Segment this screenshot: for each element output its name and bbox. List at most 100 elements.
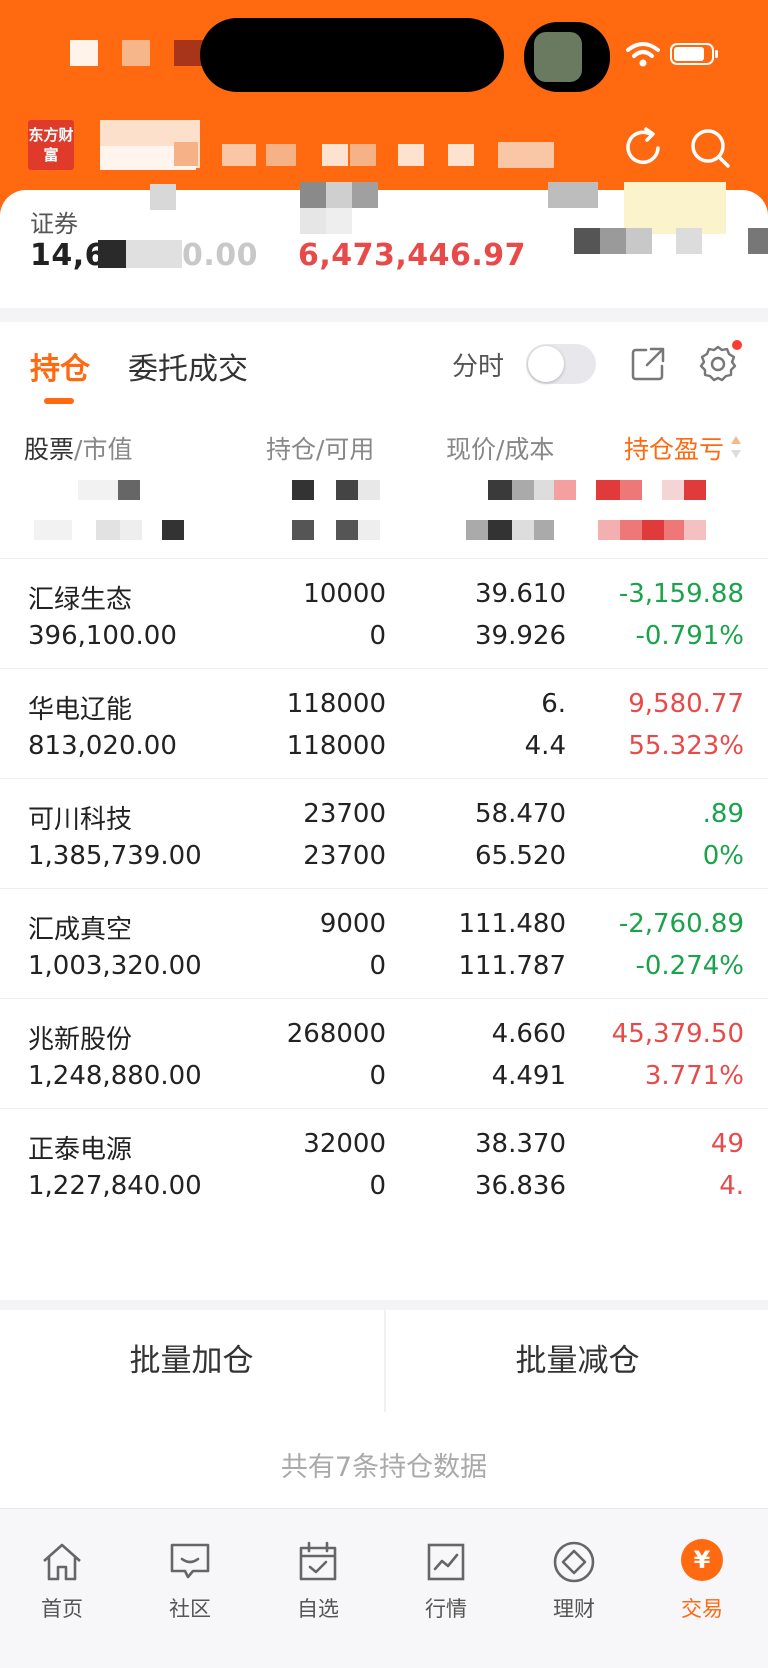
obscured-cell [488, 520, 512, 540]
table-row[interactable]: 汇成真空 1,003,320.00 9000 0 111.480 111.787 -2,76… [0, 888, 768, 998]
refresh-icon[interactable] [620, 126, 666, 170]
search-icon[interactable] [686, 124, 734, 172]
account-title-blur [350, 144, 376, 166]
trade-icon: ¥ [681, 1539, 723, 1581]
status-time-blur [122, 40, 150, 66]
current-price: 39.610 [475, 579, 566, 609]
obscured-cell [684, 520, 706, 540]
obscured-cell [534, 480, 554, 500]
total-assets: 14,6 [30, 238, 107, 273]
status-bar [0, 0, 768, 110]
position-pnl: 9,580.77 [628, 689, 744, 719]
time-share-label: 分时 [452, 352, 505, 382]
table-row[interactable]: 正泰电源 1,227,840.00 32000 0 38.370 36.836 49 4. [0, 1108, 768, 1218]
market-value: 396,100.00 [28, 621, 177, 651]
gear-icon[interactable] [698, 344, 738, 384]
account-label-blur [624, 182, 726, 234]
share-icon[interactable] [630, 346, 666, 382]
available-qty: 0 [369, 951, 386, 981]
market-value: 1,227,840.00 [28, 1171, 202, 1201]
obscured-cell [620, 480, 642, 500]
obscured-cell [78, 480, 118, 500]
market-value: 1,385,739.00 [28, 841, 202, 871]
account-title-blur [266, 144, 296, 166]
available-qty: 23700 [303, 841, 386, 871]
position-qty: 23700 [303, 799, 386, 829]
account-label-blur [548, 182, 598, 208]
tab-indicator [44, 398, 74, 404]
sort-icon[interactable] [730, 434, 742, 460]
market-value: 1,248,880.00 [28, 1061, 202, 1091]
market-icon [427, 1543, 465, 1581]
obscured-cell [96, 520, 120, 540]
total-assets-blur [98, 240, 126, 268]
position-qty: 118000 [286, 689, 386, 719]
obscured-cell [336, 520, 358, 540]
obscured-cell [596, 480, 620, 500]
account-label-blur [326, 208, 352, 234]
nav-item-market[interactable]: 行情 [406, 1539, 486, 1623]
table-row[interactable]: 兆新股份 1,248,880.00 268000 0 4.660 4.491 45,379.… [0, 998, 768, 1108]
account-title-blur [448, 144, 474, 166]
obscured-cell [162, 520, 184, 540]
obscured-cell [336, 480, 358, 500]
stock-name: 汇成真空 [28, 915, 133, 945]
stock-name: 华电辽能 [28, 695, 133, 725]
batch-add-button[interactable]: 批量加仓 [0, 1310, 383, 1412]
obscured-cell [466, 520, 488, 540]
position-qty: 10000 [303, 579, 386, 609]
account-label: 证券 [30, 210, 78, 238]
cost-price: 39.926 [475, 621, 566, 651]
available-qty: 118000 [286, 731, 386, 761]
stock-name: 正泰电源 [28, 1135, 133, 1165]
home-icon [43, 1543, 81, 1581]
table-row[interactable]: 可川科技 1,385,739.00 23700 23700 58.470 65.520 .8… [0, 778, 768, 888]
available-qty: 0 [369, 621, 386, 651]
market-value: 1,003,320.00 [28, 951, 202, 981]
account-metric-blur [748, 228, 768, 254]
account-label-blur [150, 184, 176, 210]
current-price: 38.370 [475, 1129, 566, 1159]
position-pnl: 49 [710, 1129, 744, 1159]
cost-price: 4.491 [491, 1061, 566, 1091]
community-icon [170, 1543, 210, 1579]
stock-name: 兆新股份 [28, 1025, 133, 1055]
table-row[interactable]: 汇绿生态 396,100.00 10000 0 39.610 39.926 -3,159.8… [0, 558, 768, 668]
account-title-blur [222, 144, 256, 166]
tab-orders[interactable]: 委托成交 [128, 344, 248, 388]
available-qty: 0 [369, 1171, 386, 1201]
obscured-cell [620, 520, 642, 540]
total-profit: 6,473,446.97 [298, 238, 527, 273]
brand-logo[interactable]: 东方财富 [28, 120, 74, 170]
current-price: 4.660 [491, 1019, 566, 1049]
watchlist-icon [299, 1541, 337, 1581]
obscured-cell [598, 520, 620, 540]
obscured-cell [488, 480, 512, 500]
table-row-obscured[interactable] [0, 458, 768, 558]
nav-item-community[interactable]: 社区 [150, 1539, 230, 1623]
available-qty: 0 [369, 1061, 386, 1091]
account-metric-blur [676, 228, 702, 254]
time-share-toggle[interactable] [526, 344, 596, 384]
obscured-cell [358, 520, 380, 540]
nav-item-home[interactable]: 首页 [22, 1539, 102, 1623]
obscured-cell [358, 480, 380, 500]
tab-positions[interactable]: 持仓 [30, 344, 90, 388]
obscured-cell [642, 520, 664, 540]
position-pnl-pct: 55.323% [628, 731, 744, 761]
cost-price: 111.787 [458, 951, 566, 981]
account-summary-card[interactable]: 证券 14,6 0.00 6,473,446.97 [0, 182, 768, 308]
obscured-cell [292, 520, 314, 540]
account-metric-blur [574, 228, 600, 254]
batch-reduce-button[interactable]: 批量减仓 [386, 1310, 768, 1412]
position-pnl-pct: -0.791% [635, 621, 744, 651]
nav-item-wealth[interactable]: 理财 [534, 1539, 614, 1623]
nav-item-watchlist[interactable]: 自选 [278, 1539, 358, 1623]
holdings-count-note: 共有7条持仓数据 [0, 1412, 768, 1508]
bottom-nav: 首页 社区 自选 行情 理财 ¥ 交易 [0, 1508, 768, 1668]
nav-item-trade[interactable]: ¥ 交易 [662, 1539, 742, 1623]
table-row[interactable]: 华电辽能 813,020.00 118000 118000 6. 4.4 9,580.77 5… [0, 668, 768, 778]
position-pnl: -3,159.88 [618, 579, 744, 609]
obscured-cell [664, 520, 684, 540]
account-label-blur [300, 182, 326, 208]
